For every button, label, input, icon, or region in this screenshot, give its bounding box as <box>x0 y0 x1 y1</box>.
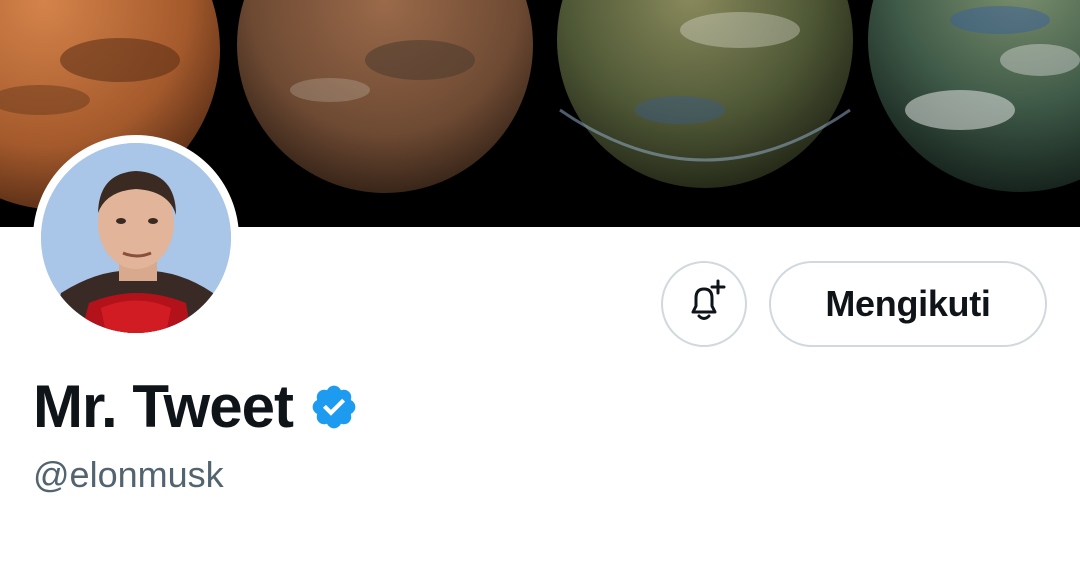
profile-page: Mengikuti Mr. Tweet @elonmusk <box>0 0 1080 569</box>
avatar-photo <box>41 143 231 333</box>
following-button[interactable]: Mengikuti <box>769 261 1047 347</box>
notifications-button[interactable] <box>661 261 747 347</box>
display-name: Mr. Tweet <box>33 373 294 440</box>
profile-avatar[interactable] <box>33 135 239 341</box>
bell-plus-icon <box>680 278 728 331</box>
profile-name-row: Mr. Tweet <box>33 374 359 440</box>
verified-badge-icon[interactable] <box>309 382 359 432</box>
following-button-label: Mengikuti <box>825 283 991 324</box>
profile-handle: @elonmusk <box>33 454 224 495</box>
